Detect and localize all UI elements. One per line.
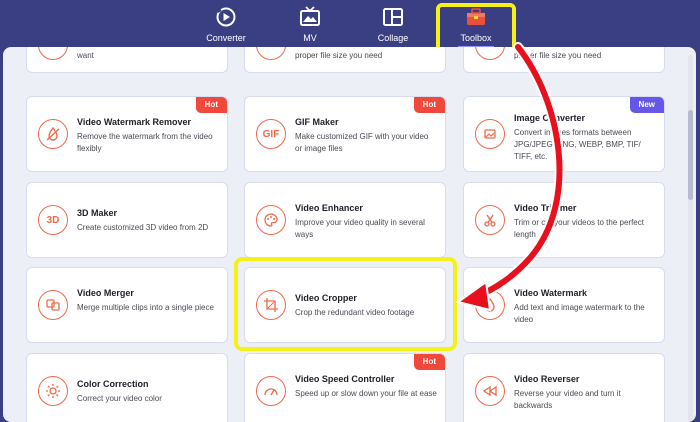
tool-title: Video Merger <box>77 288 134 298</box>
tool-card-video-merger[interactable]: Video Merger Merge multiple clips into a… <box>26 267 228 343</box>
nav-label-mv: MV <box>303 33 317 43</box>
tool-card-video-watermark[interactable]: Video Watermark Add text and image water… <box>463 267 665 343</box>
tool-card-partial[interactable]: want <box>26 47 228 73</box>
collage-icon <box>383 8 403 26</box>
scrollbar-thumb[interactable] <box>688 110 693 200</box>
tool-desc-partial: proper file size you need <box>514 51 602 60</box>
tool-title: Video Trimmer <box>514 203 577 213</box>
tool-card-video-enhancer[interactable]: Video Enhancer Improve your video qualit… <box>244 182 446 258</box>
mv-icon <box>300 6 320 26</box>
tool-desc: Create customized 3D video from 2D <box>77 223 209 232</box>
tool-title: Color Correction <box>77 379 149 389</box>
tool-card-color-correction[interactable]: Color Correction Correct your video colo… <box>26 353 228 422</box>
speedometer-icon <box>256 376 286 406</box>
gif-icon: GIF <box>256 119 286 149</box>
tool-desc: Remove the watermark from the video flex… <box>77 132 213 153</box>
hot-badge: Hot <box>413 97 445 113</box>
tool-card-partial[interactable]: proper file size you need <box>244 47 446 73</box>
tool-desc: Improve your video quality in several wa… <box>295 218 425 239</box>
tool-desc: Make customized GIF with your video or i… <box>295 132 429 153</box>
tool-card-video-trimmer[interactable]: Video Trimmer Trim or cut your videos to… <box>463 182 665 258</box>
nav-tab-converter[interactable]: Converter <box>188 4 264 46</box>
tool-title: Video Enhancer <box>295 203 363 213</box>
tool-desc: Convert images formats between JPG/JPEG,… <box>514 128 641 161</box>
tool-title: Video Speed Controller <box>295 374 395 384</box>
tool-title: Video Watermark Remover <box>77 117 192 127</box>
tool-card-partial[interactable]: proper file size you need <box>463 47 665 73</box>
tool-card-video-reverser[interactable]: Video Reverser Reverse your video and tu… <box>463 353 665 422</box>
tool-card-3d-maker[interactable]: 3D 3D Maker Create customized 3D video f… <box>26 182 228 258</box>
scrollbar[interactable] <box>688 55 693 422</box>
tool-icon-partial <box>256 47 286 60</box>
tool-icon-partial <box>475 47 505 60</box>
tool-desc: Correct your video color <box>77 394 162 403</box>
video-cropper-highlight-box <box>234 257 457 351</box>
hot-badge: Hot <box>413 354 445 370</box>
palette-icon <box>256 205 286 235</box>
nav-label-collage: Collage <box>377 33 409 43</box>
new-badge: New <box>629 97 664 113</box>
nav-tab-collage[interactable]: Collage <box>355 4 431 46</box>
tool-title: 3D Maker <box>77 208 118 218</box>
converter-icon <box>216 7 236 27</box>
tool-card-video-watermark-remover[interactable]: Video Watermark Remover Remove the water… <box>26 96 228 172</box>
toolbox-highlight-box <box>436 3 516 53</box>
merge-icon <box>38 290 68 320</box>
toolbox-panel: want proper file size you need proper fi… <box>3 47 696 422</box>
tool-desc: Add text and image watermark to the vide… <box>514 303 645 324</box>
nav-tab-mv[interactable]: MV <box>272 4 348 46</box>
image-converter-icon <box>475 119 505 149</box>
3d-icon: 3D <box>38 205 68 235</box>
nav-label-converter: Converter <box>206 33 246 43</box>
tool-title: Video Reverser <box>514 374 580 384</box>
water-drop-icon <box>475 290 505 320</box>
scissors-icon <box>475 205 505 235</box>
hot-badge: Hot <box>195 97 227 113</box>
tool-card-video-speed-controller[interactable]: Video Speed Controller Speed up or slow … <box>244 353 446 422</box>
tool-desc-partial: proper file size you need <box>295 51 383 60</box>
tool-title: GIF Maker <box>295 117 339 127</box>
tool-card-gif-maker[interactable]: GIF GIF Maker Make customized GIF with y… <box>244 96 446 172</box>
rewind-icon <box>475 376 505 406</box>
tool-desc-partial: want <box>77 51 94 60</box>
tool-card-image-converter[interactable]: Image Converter Convert images formats b… <box>463 96 665 172</box>
watermark-remover-icon <box>38 119 68 149</box>
tool-desc: Reverse your video and turn it backwards <box>514 389 621 410</box>
3d-icon-text: 3D <box>46 214 60 226</box>
gif-icon-text: GIF <box>262 128 280 140</box>
tool-icon-partial <box>38 47 68 60</box>
tool-desc: Trim or cut your videos to the perfect l… <box>514 218 644 239</box>
sun-icon <box>38 376 68 406</box>
tool-title: Image Converter <box>514 113 586 123</box>
top-navigation: Converter MV Collage Toolbox <box>0 0 700 53</box>
tool-title: Video Watermark <box>514 288 588 298</box>
tool-desc: Merge multiple clips into a single piece <box>77 303 214 312</box>
tool-desc: Speed up or slow down your file at ease <box>295 389 437 398</box>
